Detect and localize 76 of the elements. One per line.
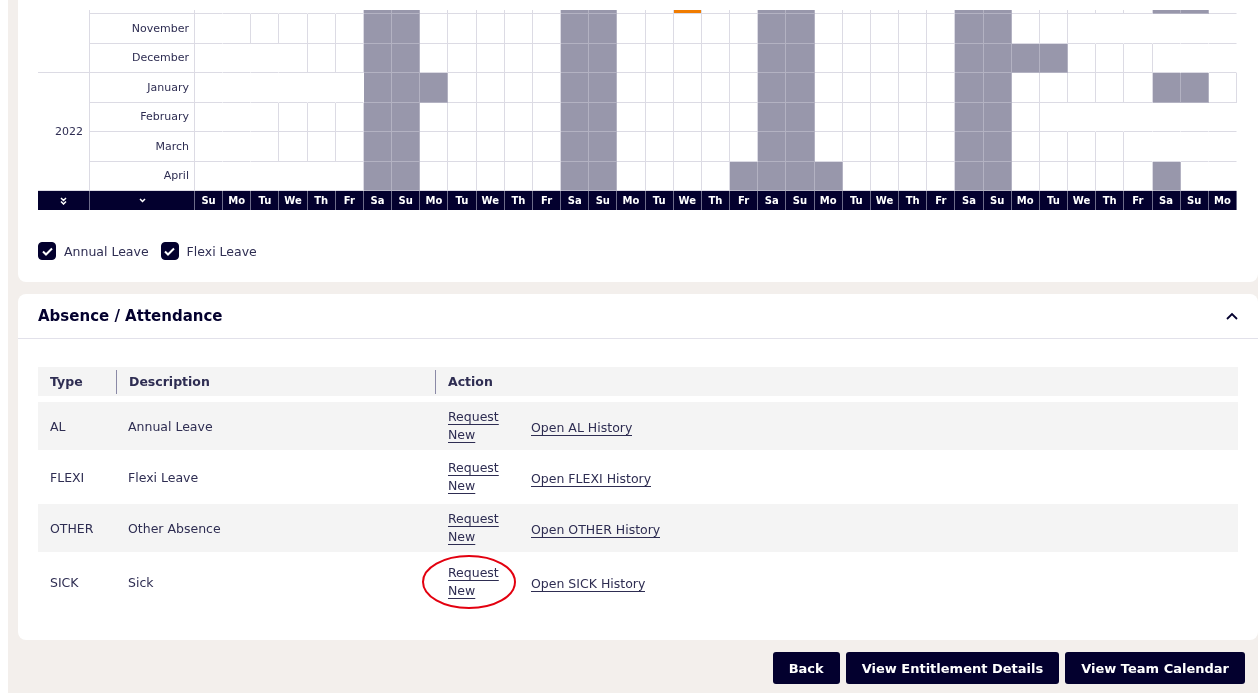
- expand-all-button[interactable]: [38, 191, 90, 210]
- weekday-header: Su: [589, 191, 618, 210]
- collapse-button[interactable]: [1226, 312, 1238, 320]
- weekday-header: Su: [983, 191, 1012, 210]
- weekday-header: Th: [899, 191, 928, 210]
- history-link[interactable]: Open OTHER History: [531, 521, 661, 538]
- checkbox-label: Flexi Leave: [186, 243, 257, 259]
- month-label: March: [155, 139, 189, 153]
- history-link[interactable]: Open FLEXI History: [531, 470, 652, 487]
- weekday-header: Su: [1180, 191, 1209, 210]
- weekday-header: Tu: [1039, 191, 1068, 210]
- month-label: April: [163, 169, 189, 183]
- weekday-header: Tu: [251, 191, 280, 210]
- section-title: Absence / Attendance: [38, 307, 223, 325]
- action-button[interactable]: Back: [772, 652, 840, 684]
- month-label: January: [147, 80, 189, 94]
- weekday-header: We: [870, 191, 900, 210]
- history-link[interactable]: Open AL History: [531, 419, 633, 436]
- column-header: Action: [435, 369, 531, 394]
- weekday-header: Th: [701, 191, 731, 210]
- table-cell-text: Flexi Leave: [127, 469, 200, 485]
- weekday-header: Th: [1096, 191, 1125, 210]
- action-button[interactable]: View Team Calendar: [1065, 652, 1245, 684]
- month-label: February: [140, 110, 189, 124]
- weekday-header: Fr: [730, 191, 759, 210]
- weekday-header: We: [673, 191, 702, 210]
- weekday-header: Sa: [1152, 191, 1181, 210]
- weekday-header: Tu: [842, 191, 871, 210]
- weekday-header: Mo: [1011, 191, 1040, 210]
- table-cell-text: SICK: [49, 574, 80, 590]
- column-header: Description: [116, 369, 435, 394]
- month-label: December: [131, 51, 189, 65]
- weekday-header: We: [1068, 191, 1097, 210]
- weekday-header: Fr: [335, 191, 364, 210]
- weekday-header: Mo: [223, 191, 252, 210]
- table-cell-text: FLEXI: [49, 469, 86, 485]
- double-chevron-down-icon: [60, 196, 67, 205]
- weekday-header: Sa: [955, 191, 984, 210]
- weekday-header: Sa: [758, 191, 787, 210]
- checkbox[interactable]: [38, 242, 56, 260]
- table-cell-text: OTHER: [49, 520, 95, 536]
- checkbox-label: Annual Leave: [64, 243, 149, 259]
- weekday-header: Mo: [617, 191, 646, 210]
- weekday-header: Fr: [532, 191, 562, 210]
- check-icon: [41, 246, 53, 256]
- table-cell-text: Annual Leave: [127, 418, 214, 434]
- weekday-header: We: [476, 191, 505, 210]
- chevron-down-icon: [138, 198, 146, 203]
- weekday-header: Sa: [363, 191, 393, 210]
- column-header: Type: [49, 372, 84, 391]
- month-label: November: [131, 21, 189, 35]
- request-new-link[interactable]: Request New: [448, 510, 500, 546]
- request-new-link[interactable]: Request New: [448, 459, 500, 495]
- weekday-header: Mo: [814, 191, 843, 210]
- weekday-header: Su: [392, 191, 421, 210]
- check-icon: [164, 246, 176, 256]
- chevron-up-icon: [1226, 312, 1238, 320]
- weekday-header: Th: [307, 191, 336, 210]
- weekday-header: We: [279, 191, 308, 210]
- weekday-header: Su: [195, 191, 224, 210]
- table-cell-text: Sick: [127, 574, 155, 590]
- table-cell-text: AL: [49, 418, 67, 434]
- weekday-header: Fr: [1124, 191, 1153, 210]
- weekday-header: Mo: [420, 191, 449, 210]
- weekday-header: Fr: [927, 191, 956, 210]
- table-cell-text: Other Absence: [127, 520, 222, 536]
- weekday-header: Su: [786, 191, 815, 210]
- action-button[interactable]: View Entitlement Details: [845, 652, 1060, 684]
- request-new-link[interactable]: Request New: [448, 408, 500, 444]
- weekday-header: Tu: [645, 191, 674, 210]
- weekday-header: Sa: [561, 191, 590, 210]
- checkbox[interactable]: [160, 242, 179, 260]
- weekday-header: Tu: [448, 191, 477, 210]
- weekday-header: Th: [504, 191, 533, 210]
- history-link[interactable]: Open SICK History: [531, 575, 646, 592]
- weekday-header: Mo: [1208, 191, 1237, 210]
